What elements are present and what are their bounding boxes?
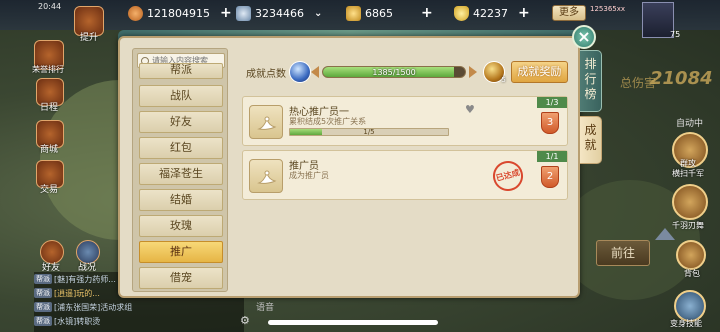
promoter-achievement-icon	[249, 159, 283, 193]
chat-channel-tag: 帮派	[34, 302, 52, 312]
menu-item-friends[interactable]: 好友	[139, 111, 223, 133]
achievement-progress-text: 1/5	[363, 128, 375, 136]
feather-dance-skill-icon[interactable]	[672, 184, 708, 220]
chat-text: [魅]有强力药师...	[54, 274, 116, 284]
backpack-label: 背包	[684, 269, 700, 278]
chat-channel-tag: 帮派	[34, 288, 52, 298]
score-progress-text: 1385/1500	[372, 68, 416, 77]
achievement-points-badge: 3	[541, 112, 559, 134]
player-level: 75	[670, 30, 681, 39]
backpack-icon[interactable]	[676, 240, 706, 270]
achievement-tier-count: 1/1	[537, 151, 567, 162]
category-menu: 帮派 战队 好友 红包 福泽苍生 结婚 玫瑰 推广 借宠	[132, 48, 228, 292]
chat-channel-tag: 帮派	[34, 316, 52, 326]
tab-achievement[interactable]: 成就	[580, 116, 602, 164]
gold-ingot-value: 42237	[473, 6, 508, 20]
add-ingot-button[interactable]: +	[518, 5, 530, 21]
voice-label[interactable]: 语音	[256, 300, 274, 313]
go-forward-button[interactable]: 前往	[596, 240, 650, 266]
total-damage-number: 21084	[650, 68, 713, 89]
achievement-row[interactable]: 热心推广员一 累积结成5次推广关系 1/5 ♥ 1/3 3	[242, 96, 568, 146]
gold-coupon-icon	[346, 5, 361, 21]
achievement-points-badge: 2	[541, 166, 559, 188]
tab-leaderboard[interactable]: 排行榜	[580, 50, 602, 112]
copper-coin-value: 121804915	[147, 6, 210, 20]
menu-item-red-packet[interactable]: 红包	[139, 137, 223, 159]
achievement-row[interactable]: 推广员 成为推广员 已达成 1/1 2	[242, 150, 568, 200]
settings-gear-icon[interactable]: ⚙	[240, 314, 250, 327]
home-indicator[interactable]	[268, 320, 438, 325]
top-right-info: 125365xx	[590, 5, 626, 13]
achievement-reward-button[interactable]: 成就奖励	[510, 61, 568, 83]
expand-silver-button[interactable]: ⌄	[314, 8, 322, 19]
schedule-label: 日程	[40, 103, 59, 113]
menu-item-marriage[interactable]: 结婚	[139, 189, 223, 211]
gold-ingot-icon	[454, 5, 469, 21]
menu-item-pet-lend[interactable]: 借宠	[139, 267, 223, 289]
auto-battle-status[interactable]: 自动中	[676, 116, 703, 129]
silver-ingot-value: 3234466	[255, 6, 304, 20]
score-orb-icon	[289, 61, 312, 83]
gold-coupon-resource: 6865 +	[346, 4, 433, 22]
reward-count: 5	[501, 76, 506, 84]
chat-channel-tag: 帮派	[34, 274, 52, 284]
achievement-content: 成就点数 1385/1500 5 成就奖励 热心推广员一 累积结成5次推广关系 …	[238, 48, 568, 292]
copper-coin-icon	[128, 5, 143, 21]
close-icon[interactable]: ×	[572, 25, 596, 49]
menu-item-gang[interactable]: 帮派	[139, 63, 223, 79]
trade-label: 交易	[40, 185, 59, 195]
menu-item-rose[interactable]: 玫瑰	[139, 215, 223, 237]
copper-coin-resource: 121804915 +	[128, 4, 232, 22]
chat-line: 帮派 [水镜]转职烫	[34, 314, 244, 328]
honor-ranking-label: 荣誉排行	[32, 65, 64, 74]
menu-item-blessing[interactable]: 福泽苍生	[139, 163, 223, 185]
achievement-desc: 累积结成5次推广关系	[289, 117, 367, 126]
completed-stamp: 已达成	[489, 157, 527, 195]
system-time: 20:44	[38, 2, 62, 11]
silver-ingot-icon	[236, 5, 251, 21]
add-copper-button[interactable]: +	[220, 5, 232, 21]
chat-line: 帮派 [浦东张国荣]活动求组	[34, 300, 244, 314]
score-label: 成就点数	[246, 68, 286, 80]
bar-left-arrow-icon	[311, 66, 320, 78]
achievement-progress-bar: 1/5	[289, 128, 449, 136]
transform-skill-label: 变身技能	[670, 319, 702, 328]
chat-text: [水镜]转职烫	[54, 316, 101, 326]
more-button[interactable]: 更多	[552, 5, 586, 21]
menu-item-team[interactable]: 战队	[139, 85, 223, 107]
feather-dance-label: 千羽刃舞	[672, 221, 704, 230]
menu-item-promotion[interactable]: 推广	[139, 241, 223, 263]
chat-text: [浦东张国荣]活动求组	[54, 302, 133, 312]
mall-label: 商城	[40, 145, 59, 155]
achievement-score-row: 成就点数 1385/1500 5 成就奖励	[242, 54, 568, 90]
collapse-triangle-icon[interactable]	[655, 228, 675, 240]
sweep-skill-label: 横扫千军	[672, 169, 704, 178]
promoter-achievement-icon	[249, 105, 283, 139]
achievement-desc: 成为推广员	[289, 171, 329, 180]
heart-icon[interactable]: ♥	[465, 103, 475, 116]
gold-coupon-value: 6865	[365, 6, 393, 20]
add-coupon-button[interactable]: +	[421, 5, 433, 21]
bar-right-arrow-icon	[469, 66, 478, 78]
chat-text: [逍遥]玩的...	[54, 288, 100, 298]
score-progress-bar: 1385/1500	[322, 66, 467, 78]
silver-ingot-resource: 3234466 ⌄	[236, 4, 322, 22]
reward-chest-icon[interactable]: 5	[483, 61, 506, 84]
achievement-tier-count: 1/3	[537, 97, 567, 108]
upgrade-label: 提升	[80, 33, 99, 43]
gold-ingot-resource: 42237 +	[454, 4, 530, 22]
